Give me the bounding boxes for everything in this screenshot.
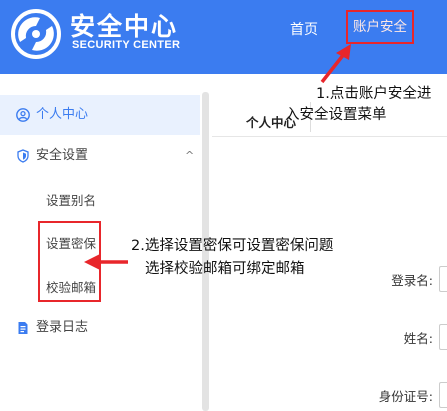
login-name-input[interactable]	[439, 266, 447, 292]
sidebar-item-label: 个人中心	[36, 107, 89, 122]
chevron-up-icon[interactable]: ^	[185, 136, 194, 176]
sidebar-item-personal-center[interactable]: 个人中心	[0, 95, 200, 135]
sidebar-subitem-set-alias[interactable]: 设置别名	[46, 190, 96, 209]
logo-subtitle: SECURITY CENTER	[72, 39, 181, 51]
id-number-input[interactable]	[439, 382, 447, 408]
content-divider	[212, 136, 447, 137]
sidebar-item-label: 安全设置	[36, 148, 89, 163]
annotation-step2-line1: 2.选择设置密保可设置密保问题	[131, 238, 334, 254]
nav-home[interactable]: 首页	[290, 19, 318, 39]
nav-account-security[interactable]: 账户安全	[346, 10, 414, 44]
document-icon	[18, 322, 28, 334]
name-input[interactable]	[439, 324, 447, 350]
user-icon	[16, 108, 30, 122]
logo-icon	[11, 9, 61, 59]
login-name-label: 登录名:	[391, 273, 433, 288]
id-number-label: 身份证号:	[378, 389, 433, 404]
sidebar-item-label: 登录日志	[36, 320, 89, 335]
annotation-step2-line2: 选择校验邮箱可绑定邮箱	[145, 261, 305, 277]
shield-icon	[17, 149, 29, 163]
top-header: 安全中心 SECURITY CENTER 首页 账户安全	[0, 0, 447, 74]
annotation-step1-line2: 入安全设置菜单	[285, 107, 387, 123]
annotation-step1-line1: 1.点击账户安全进	[316, 86, 432, 102]
sidebar-item-security-settings[interactable]: 安全设置 ^	[0, 136, 200, 176]
annotation-highlight-box	[38, 221, 101, 302]
logo-title: 安全中心	[70, 12, 179, 41]
name-label: 姓名:	[403, 331, 433, 346]
sidebar-item-login-log[interactable]: 登录日志	[0, 308, 200, 348]
